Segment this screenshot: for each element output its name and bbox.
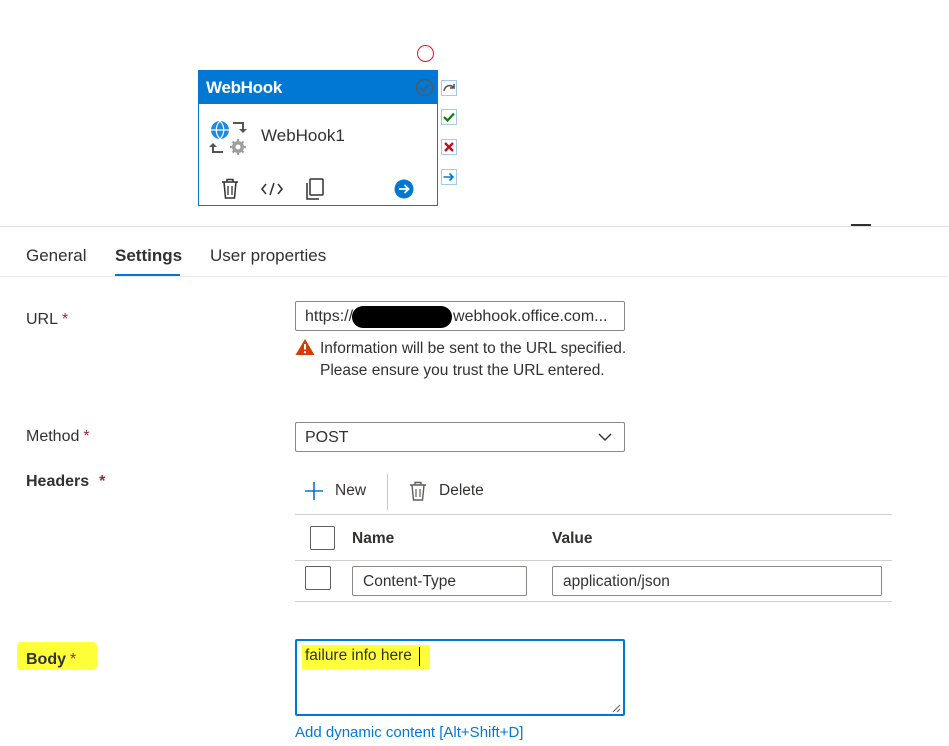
delete-header-button[interactable]: Delete <box>439 482 484 500</box>
table-header-border <box>295 560 892 561</box>
completion-icon[interactable] <box>441 169 457 185</box>
activity-name: WebHook1 <box>261 126 345 145</box>
column-header-value: Value <box>552 530 593 547</box>
skipped-icon[interactable] <box>441 80 457 96</box>
url-input[interactable]: https:// webhook.office.com... <box>295 301 625 331</box>
delete-icon[interactable] <box>409 481 427 501</box>
copy-icon[interactable] <box>305 178 325 200</box>
activity-type-label: WebHook <box>206 78 282 97</box>
chevron-down-icon[interactable] <box>598 432 612 442</box>
code-icon[interactable] <box>261 181 283 197</box>
required-mark: * <box>62 311 69 328</box>
warning-icon <box>295 339 315 355</box>
url-warning-text: Information will be sent to the URL spec… <box>320 340 627 379</box>
canvas-divider <box>0 226 949 227</box>
tabs-divider <box>0 276 949 277</box>
arrow-right-icon[interactable] <box>394 179 414 199</box>
delete-icon[interactable] <box>220 178 240 200</box>
table-top-border <box>295 514 892 515</box>
tab-general[interactable]: General <box>26 246 86 266</box>
required-mark: * <box>70 651 77 668</box>
headers-label: Headers * <box>26 473 106 490</box>
tab-settings[interactable]: Settings <box>115 246 182 266</box>
row-checkbox[interactable] <box>305 566 331 590</box>
redaction-mark <box>352 306 452 328</box>
resize-handle-icon[interactable] <box>611 703 621 713</box>
body-label: Body * <box>26 651 77 668</box>
minimize-handle[interactable] <box>851 224 871 226</box>
url-suffix: webhook.office.com... <box>453 308 608 325</box>
header-value-input[interactable]: application/json <box>552 566 882 596</box>
method-value: POST <box>305 429 349 446</box>
table-row-border <box>295 601 892 602</box>
method-select[interactable]: POST <box>295 422 625 452</box>
activity-status-circle <box>417 45 434 62</box>
add-dynamic-content-link[interactable]: Add dynamic content [Alt+Shift+D] <box>295 724 523 741</box>
webhook-icon <box>209 120 247 155</box>
required-mark: * <box>83 428 90 445</box>
activity-card-header: WebHook <box>199 71 437 104</box>
add-icon[interactable] <box>304 481 324 501</box>
validate-icon[interactable] <box>415 78 434 97</box>
success-icon[interactable] <box>441 109 457 125</box>
url-prefix: https:// <box>305 308 354 325</box>
required-mark: * <box>99 473 106 490</box>
failure-icon[interactable] <box>441 139 457 155</box>
text-caret <box>419 647 420 666</box>
new-header-button[interactable]: New <box>335 482 366 500</box>
body-value[interactable]: failure info here <box>305 647 412 665</box>
webhook-activity-card[interactable]: WebHook WebHook1 <box>198 70 438 206</box>
url-label: URL * <box>26 311 69 328</box>
column-header-name: Name <box>352 530 395 547</box>
tab-user-properties[interactable]: User properties <box>210 246 326 266</box>
header-name-input[interactable]: Content-Type <box>352 566 527 596</box>
command-separator <box>387 474 388 510</box>
method-label: Method * <box>26 428 90 445</box>
select-all-checkbox[interactable] <box>310 526 335 550</box>
